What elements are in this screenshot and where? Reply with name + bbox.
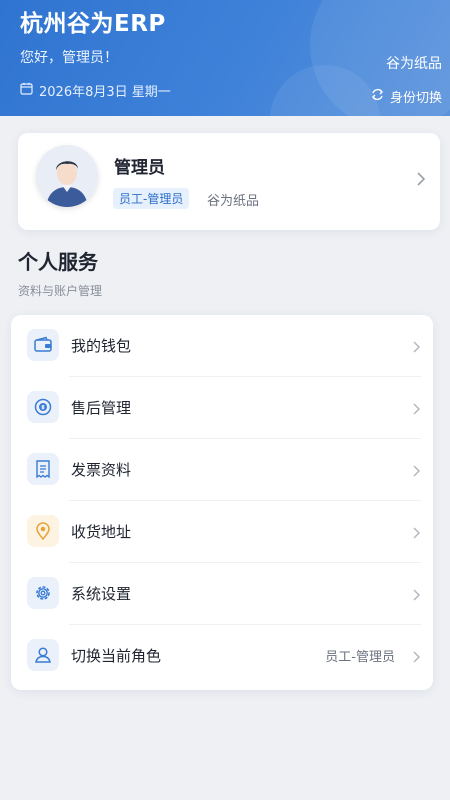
current-role-value: 员工-管理员 (325, 650, 395, 665)
switch-identity-button[interactable]: 身份切换 (370, 87, 442, 106)
menu-item-after-sales[interactable]: 售后管理 (11, 377, 433, 439)
menu-item-label: 收货地址 (71, 523, 132, 541)
menu-item-switch-role[interactable]: 切换当前角色 员工-管理员 (11, 625, 433, 687)
profile-company: 谷为纸品 (207, 194, 260, 209)
chevron-right-icon (412, 401, 421, 420)
chevron-right-icon (412, 525, 421, 544)
app-title: 杭州谷为ERP (20, 11, 166, 37)
avatar-icon (36, 145, 98, 207)
chevron-right-icon (412, 463, 421, 482)
company-name: 谷为纸品 (386, 56, 442, 72)
chevron-right-icon (412, 649, 421, 668)
menu-item-label: 系统设置 (71, 585, 132, 603)
menu-item-invoice[interactable]: 发票资料 (11, 439, 433, 501)
profile-name: 管理员 (114, 158, 165, 178)
profile-card[interactable]: 管理员 员工-管理员 谷为纸品 (18, 133, 440, 230)
calendar-icon (20, 82, 33, 99)
date-text: 2026年8月3日 星期一 (39, 85, 171, 100)
header-banner: 杭州谷为ERP 您好，管理员！ 2026年8月3日 星期一 谷为纸品 身份切换 (0, 0, 450, 116)
menu-item-system-settings[interactable]: 系统设置 (11, 563, 433, 625)
menu-item-shipping-address[interactable]: 收货地址 (11, 501, 433, 563)
chevron-right-icon (412, 339, 421, 358)
service-menu: 我的钱包 售后管理 发票资料 收货地址 系统设置 切换当前角色 员工-管理员 (11, 315, 433, 690)
switch-identity-label: 身份切换 (389, 91, 442, 106)
section-title: 个人服务 (18, 250, 98, 274)
menu-item-label: 售后管理 (71, 399, 132, 417)
menu-item-label: 切换当前角色 (71, 647, 162, 665)
role-badge: 员工-管理员 (113, 188, 190, 209)
chevron-right-icon (412, 587, 421, 606)
after-sales-icon (27, 391, 59, 423)
wallet-icon (27, 329, 59, 361)
menu-item-label: 发票资料 (71, 461, 132, 479)
swap-icon (370, 87, 385, 106)
gear-icon (27, 577, 59, 609)
section-subtitle: 资料与账户管理 (18, 284, 103, 298)
location-pin-icon (27, 515, 59, 547)
user-icon (27, 639, 59, 671)
date-row: 2026年8月3日 星期一 (20, 81, 171, 100)
chevron-right-icon (416, 171, 426, 191)
menu-item-label: 我的钱包 (71, 337, 132, 355)
greeting-text: 您好，管理员！ (20, 50, 118, 66)
invoice-icon (27, 453, 59, 485)
menu-item-wallet[interactable]: 我的钱包 (11, 315, 433, 377)
